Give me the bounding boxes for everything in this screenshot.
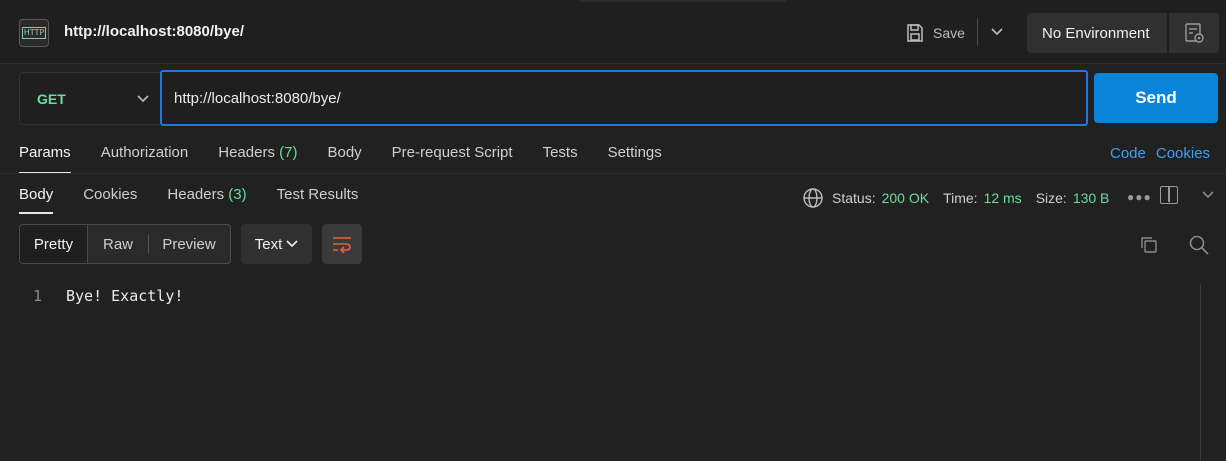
http-request-icon: HTTP	[19, 19, 49, 47]
search-icon[interactable]	[1188, 234, 1210, 256]
method-label: GET	[37, 90, 66, 107]
save-divider	[977, 18, 978, 46]
environment-eye-icon	[1185, 23, 1204, 43]
request-side-links: Code Cookies	[1110, 145, 1210, 162]
tab-settings[interactable]: Settings	[608, 144, 662, 174]
status-label: Status:	[832, 190, 876, 206]
save-label: Save	[933, 25, 965, 41]
save-icon	[907, 24, 923, 42]
url-input[interactable]	[174, 89, 1086, 107]
chevron-down-icon	[286, 240, 298, 248]
chevron-down-icon	[991, 28, 1003, 36]
size-label: Size:	[1035, 190, 1067, 206]
vertical-scrollbar[interactable]	[1200, 284, 1201, 461]
environment-selector[interactable]: No Environment	[1027, 13, 1167, 53]
time-label: Time:	[943, 190, 978, 206]
globe-icon[interactable]	[802, 187, 824, 209]
copy-icon[interactable]	[1139, 235, 1159, 255]
tab-strip-line	[580, 0, 786, 2]
format-selector[interactable]: Text	[241, 224, 312, 264]
wrap-lines-button[interactable]	[322, 224, 362, 264]
tab-tests[interactable]: Tests	[543, 144, 578, 174]
wrap-lines-icon	[333, 237, 351, 253]
request-tabs: Params Authorization Headers (7) Body Pr…	[19, 144, 692, 174]
tab-response-body[interactable]: Body	[19, 186, 54, 214]
tab-body[interactable]: Body	[327, 144, 361, 174]
tab-pre-request-script[interactable]: Pre-request Script	[392, 144, 513, 174]
cookies-link[interactable]: Cookies	[1156, 145, 1210, 162]
response-tabs: Body Cookies Headers (3) Test Results	[19, 186, 388, 214]
chevron-down-icon	[1202, 191, 1214, 199]
tab-headers[interactable]: Headers (7)	[218, 144, 297, 174]
request-title[interactable]: http://localhost:8080/bye/	[64, 23, 244, 40]
view-pretty-button[interactable]: Pretty	[20, 225, 88, 263]
tab-response-cookies[interactable]: Cookies	[83, 186, 137, 214]
collapse-response-button[interactable]	[1199, 186, 1217, 204]
time-value[interactable]: 12 ms	[984, 190, 1022, 206]
line-text[interactable]: Bye! Exactly!	[66, 287, 183, 305]
code-link[interactable]: Code	[1110, 145, 1146, 162]
size-value[interactable]: 130 B	[1073, 190, 1110, 206]
tab-params[interactable]: Params	[19, 144, 71, 174]
response-status-bar: Status: 200 OK Time: 12 ms Size: 130 B	[802, 186, 1117, 210]
url-field[interactable]	[160, 70, 1088, 126]
tab-response-headers[interactable]: Headers (3)	[167, 186, 246, 214]
line-number: 1	[32, 287, 42, 305]
format-label: Text	[254, 235, 283, 253]
tab-authorization[interactable]: Authorization	[101, 144, 189, 174]
view-raw-button[interactable]: Raw	[88, 225, 148, 263]
status-value[interactable]: 200 OK	[882, 190, 929, 206]
tab-test-results[interactable]: Test Results	[277, 186, 359, 214]
section-divider	[0, 173, 1226, 174]
environment-quick-look-button[interactable]	[1169, 13, 1219, 53]
save-button[interactable]: Save	[905, 20, 965, 46]
more-options-icon[interactable]: ●●●	[1127, 190, 1152, 204]
response-body-line: 1 Bye! Exactly!	[0, 284, 1200, 308]
send-button[interactable]: Send	[1094, 73, 1218, 123]
chevron-down-icon	[137, 94, 149, 102]
method-selector[interactable]: GET	[19, 72, 160, 125]
save-options-button[interactable]	[988, 22, 1006, 42]
view-mode-group: Pretty Raw Preview	[19, 224, 231, 264]
layout-toggle-icon[interactable]	[1160, 186, 1178, 204]
view-preview-button[interactable]: Preview	[149, 225, 229, 263]
